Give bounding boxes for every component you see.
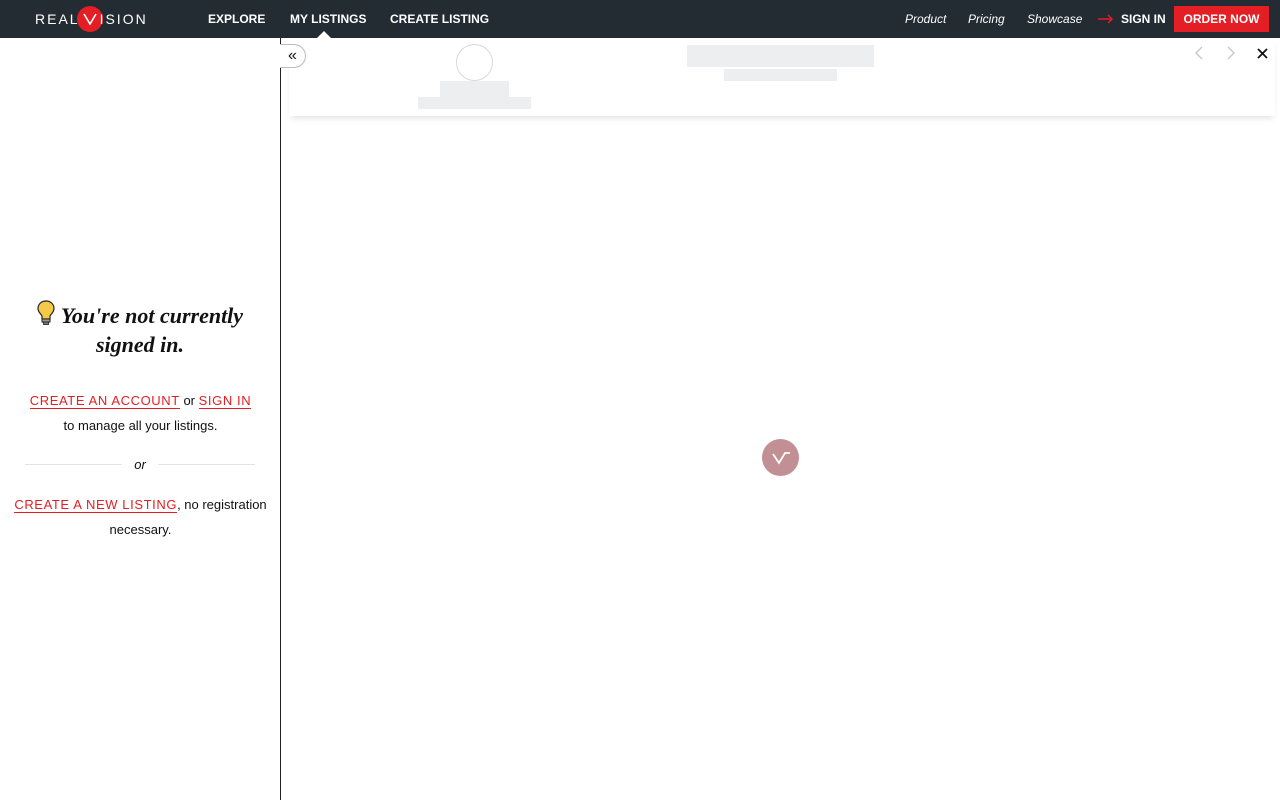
realvision-loader-icon bbox=[762, 439, 799, 476]
close-icon bbox=[1256, 48, 1268, 59]
chevron-right-icon bbox=[1227, 46, 1235, 60]
title-placeholder bbox=[687, 45, 874, 67]
collapse-sidebar-button[interactable]: « bbox=[280, 44, 306, 68]
new-listing-row: CREATE A NEW LISTING, no registration bbox=[0, 496, 281, 514]
account-links-row: CREATE AN ACCOUNT or SIGN IN bbox=[0, 392, 281, 410]
nav-product[interactable]: Product bbox=[905, 0, 946, 38]
address-placeholder bbox=[724, 69, 837, 81]
order-now-button[interactable]: ORDER NOW bbox=[1174, 6, 1269, 32]
nav-sign-in[interactable]: SIGN IN bbox=[1098, 0, 1166, 38]
signin-notice-title: You're not currently signed in. bbox=[20, 300, 260, 358]
nav-sign-in-label: SIGN IN bbox=[1121, 12, 1166, 26]
nav-showcase[interactable]: Showcase bbox=[1027, 0, 1082, 38]
lightbulb-icon bbox=[37, 300, 55, 332]
or-text: or bbox=[183, 393, 196, 408]
create-account-link[interactable]: CREATE AN ACCOUNT bbox=[29, 393, 180, 409]
nav-create-listing[interactable]: CREATE LISTING bbox=[390, 0, 489, 38]
manage-listings-text: to manage all your listings. bbox=[63, 418, 218, 433]
chevron-left-icon bbox=[1195, 46, 1203, 60]
necessary-text: necessary. bbox=[109, 522, 172, 537]
no-registration-text: , no registration bbox=[177, 497, 267, 512]
logo-text-left: REAL bbox=[35, 11, 80, 27]
divider-line-right bbox=[158, 464, 255, 465]
divider-or-text: or bbox=[134, 457, 146, 472]
active-nav-caret bbox=[317, 31, 331, 38]
name-placeholder bbox=[440, 81, 509, 97]
avatar-placeholder bbox=[456, 44, 493, 81]
create-new-listing-link[interactable]: CREATE A NEW LISTING bbox=[14, 497, 178, 513]
listings-sidebar: You're not currently signed in. CREATE A… bbox=[0, 38, 281, 800]
signin-notice-text: You're not currently signed in. bbox=[60, 303, 244, 357]
nav-explore[interactable]: EXPLORE bbox=[208, 0, 265, 38]
arrow-right-icon bbox=[1098, 14, 1114, 24]
sidebar-sign-in-link[interactable]: SIGN IN bbox=[198, 393, 252, 409]
double-chevron-left-icon: « bbox=[288, 47, 297, 64]
logo-text-right: ISION bbox=[99, 11, 148, 27]
realvision-logo[interactable]: REAL ISION bbox=[35, 6, 148, 32]
subtitle-placeholder bbox=[418, 97, 531, 109]
nav-pricing[interactable]: Pricing bbox=[968, 0, 1005, 38]
close-button[interactable] bbox=[1253, 46, 1271, 64]
previous-listing-button[interactable] bbox=[1190, 46, 1208, 64]
top-navigation-bar: REAL ISION EXPLORE MY LISTINGS CREATE LI… bbox=[0, 0, 1280, 38]
next-listing-button[interactable] bbox=[1222, 46, 1240, 64]
or-divider: or bbox=[25, 456, 255, 474]
